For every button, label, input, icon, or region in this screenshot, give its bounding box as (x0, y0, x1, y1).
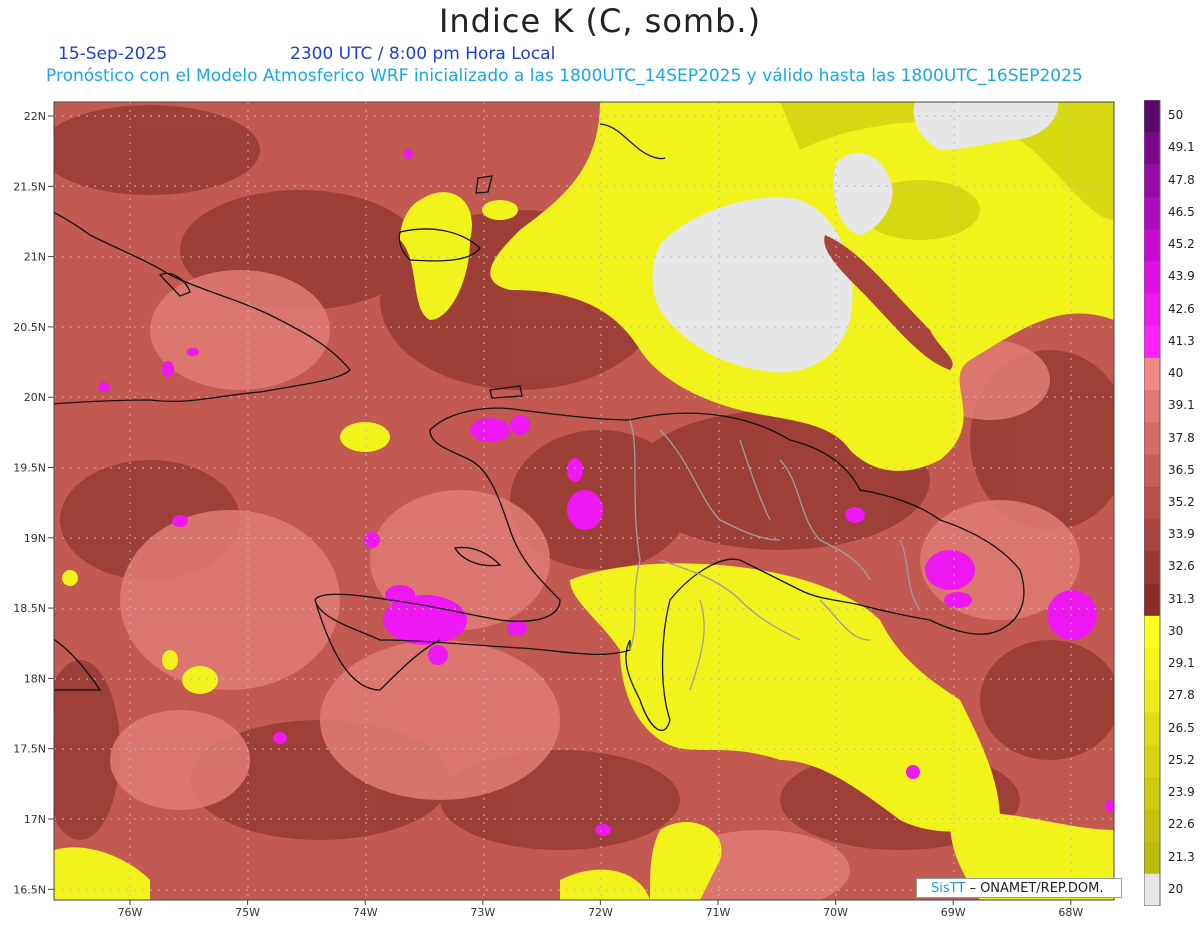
lat-label: 20N (24, 391, 46, 404)
colorbar-swatch (1144, 422, 1160, 456)
colorbar-label: 36.5 (1168, 462, 1195, 477)
colorbar-swatch (1144, 293, 1160, 327)
colorbar-label: 37.8 (1168, 430, 1195, 445)
colorbar-swatch (1144, 648, 1160, 681)
colorbar-swatch (1144, 454, 1160, 488)
colorbar-swatch (1144, 712, 1160, 746)
colorbar-label: 45.2 (1168, 237, 1195, 252)
colorbar-label: 29.1 (1168, 656, 1195, 671)
colorbar-swatch (1144, 164, 1160, 198)
lat-label: 17.5N (13, 743, 46, 756)
colorbar-label: 42.6 (1168, 301, 1195, 316)
lat-label: 21N (24, 251, 46, 264)
colorbar-swatch (1144, 261, 1160, 294)
colorbar-label: 41.3 (1168, 333, 1195, 348)
lon-label: 68W (1058, 906, 1083, 919)
lat-label: 22N (24, 110, 46, 123)
colorbar (1144, 100, 1161, 906)
lon-label: 75W (235, 906, 260, 919)
credit-brand: SisTT (931, 881, 966, 896)
colorbar-swatch (1144, 809, 1160, 843)
lon-label: 70W (823, 906, 848, 919)
colorbar-label: 31.3 (1168, 591, 1195, 606)
lat-label: 20.5N (13, 321, 46, 334)
colorbar-label: 32.6 (1168, 559, 1195, 574)
lat-label: 16.5N (13, 883, 46, 896)
colorbar-swatch (1144, 228, 1160, 262)
lat-label: 19N (24, 532, 46, 545)
lat-label: 21.5N (13, 180, 46, 193)
k-index-map: 22N 21.5N 21N 20.5N 20N 19.5N 19N 18.5N 18N 17.5N… (13, 101, 1115, 919)
colorbar-label: 33.9 (1168, 527, 1195, 542)
colorbar-swatch (1144, 777, 1160, 810)
map-field (54, 102, 1114, 900)
lon-label: 74W (353, 906, 378, 919)
lat-label: 18.5N (13, 602, 46, 615)
colorbar-swatch (1144, 841, 1160, 875)
colorbar-swatch (1144, 551, 1160, 585)
colorbar-swatch (1144, 357, 1160, 391)
colorbar-swatch (1144, 680, 1160, 714)
colorbar-swatch (1144, 325, 1160, 359)
colorbar-label: 26.5 (1168, 720, 1195, 735)
colorbar-label: 49.1 (1168, 140, 1195, 155)
source-credit: SisTT – ONAMET/REP.DOM. (916, 878, 1122, 898)
colorbar-swatch (1144, 390, 1160, 423)
lat-label: 19.5N (13, 462, 46, 475)
credit-org: – ONAMET/REP.DOM. (969, 881, 1104, 896)
lon-label: 69W (941, 906, 966, 919)
colorbar-label: 47.8 (1168, 172, 1195, 187)
colorbar-label: 39.1 (1168, 398, 1195, 413)
colorbar-swatch (1144, 873, 1160, 906)
colorbar-label: 25.2 (1168, 752, 1195, 767)
lat-label: 18N (24, 672, 46, 685)
colorbar-label: 50 (1168, 108, 1184, 123)
colorbar-label: 40 (1168, 366, 1184, 381)
colorbar-swatch (1144, 196, 1160, 230)
colorbar-swatch (1144, 132, 1160, 165)
colorbar-swatch (1144, 744, 1160, 778)
colorbar-label: 43.9 (1168, 269, 1195, 284)
colorbar-label: 35.2 (1168, 495, 1195, 509)
lon-label: 73W (470, 906, 495, 919)
colorbar-label: 30 (1168, 623, 1184, 638)
colorbar-label: 22.6 (1168, 817, 1195, 832)
colorbar-swatch (1144, 486, 1160, 520)
colorbar-swatch (1144, 519, 1160, 552)
lon-label: 71W (706, 906, 731, 919)
lon-label: 76W (118, 906, 143, 919)
colorbar-swatch (1144, 100, 1160, 133)
colorbar-swatch (1144, 583, 1160, 617)
colorbar-label: 23.9 (1168, 785, 1195, 800)
colorbar-swatch (1144, 615, 1160, 649)
lon-label: 72W (588, 906, 613, 919)
colorbar-label: 46.5 (1168, 204, 1195, 219)
lat-label: 17N (24, 813, 46, 826)
colorbar-label: 20 (1168, 881, 1184, 896)
colorbar-label: 27.8 (1168, 688, 1195, 703)
colorbar-label: 21.3 (1168, 849, 1195, 864)
